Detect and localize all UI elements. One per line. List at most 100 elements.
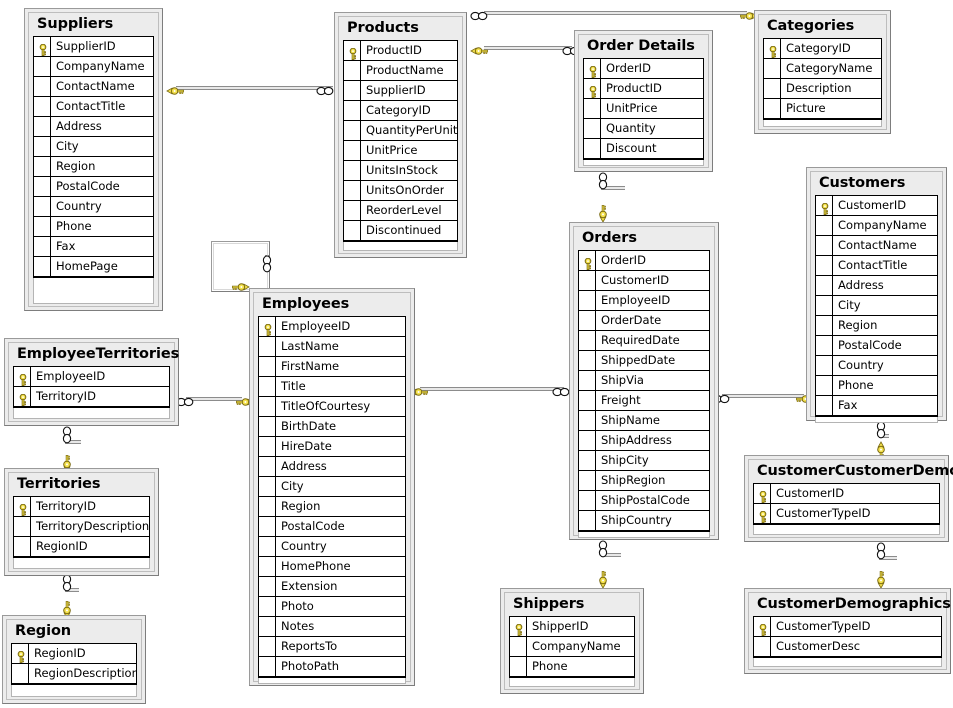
field-row[interactable]: Notes [259,617,405,637]
field-row[interactable]: OrderDate [579,311,709,331]
relationship-line-segment[interactable] [722,394,804,398]
field-row[interactable]: QuantityPerUnit [344,121,457,141]
entity-table-customerdemographics[interactable]: CustomerDemographics CustomerTypeID Custom… [744,588,951,674]
field-row[interactable]: CompanyName [816,216,937,236]
field-row[interactable]: ShipCity [579,451,709,471]
field-row[interactable]: Phone [34,217,153,237]
field-row[interactable]: SupplierID [344,81,457,101]
relationship-line-segment[interactable] [420,387,564,391]
field-row[interactable]: LastName [259,337,405,357]
field-row[interactable]: UnitPrice [584,99,703,119]
entity-table-employees[interactable]: Employees EmployeeID LastName FirstName Titl… [249,288,415,686]
field-row[interactable]: Picture [764,99,881,119]
field-row[interactable]: ContactName [816,236,937,256]
field-row[interactable]: RegionDescription [12,664,136,684]
entity-table-region[interactable]: Region RegionID RegionDescription [2,615,146,704]
field-row[interactable]: CompanyName [34,57,153,77]
field-row[interactable]: UnitPrice [344,141,457,161]
field-row[interactable]: ShipperID [510,617,634,637]
field-row[interactable]: CustomerID [579,271,709,291]
field-row[interactable]: ShipName [579,411,709,431]
field-row[interactable]: Phone [510,657,634,677]
entity-table-customers[interactable]: Customers CustomerID CompanyName ContactNam… [806,167,947,423]
field-row[interactable]: Quantity [584,119,703,139]
field-row[interactable]: CategoryName [764,59,881,79]
field-row[interactable]: Country [816,356,937,376]
field-row[interactable]: ContactTitle [34,97,153,117]
field-row[interactable]: HireDate [259,437,405,457]
field-row[interactable]: TerritoryID [14,497,149,517]
field-row[interactable]: ContactName [34,77,153,97]
field-row[interactable]: EmployeeID [579,291,709,311]
field-row[interactable]: City [259,477,405,497]
field-row[interactable]: Freight [579,391,709,411]
field-row[interactable]: Fax [816,396,937,416]
field-row[interactable]: ContactTitle [816,256,937,276]
field-row[interactable]: TitleOfCourtesy [259,397,405,417]
field-row[interactable]: OrderID [584,59,703,79]
field-row[interactable]: Address [816,276,937,296]
entity-table-shippers[interactable]: Shippers ShipperID CompanyName Phone [500,588,644,694]
entity-table-order-details[interactable]: Order Details OrderID ProductID UnitPrice Qu… [574,30,713,172]
field-row[interactable]: City [816,296,937,316]
field-row[interactable]: EmployeeID [259,317,405,337]
relationship-line-segment[interactable] [186,397,242,401]
field-row[interactable]: EmployeeID [14,367,169,387]
entity-table-suppliers[interactable]: Suppliers SupplierID CompanyName ContactNam… [24,8,163,311]
field-row[interactable]: PhotoPath [259,657,405,677]
field-row[interactable]: Region [259,497,405,517]
field-row[interactable]: ShippedDate [579,351,709,371]
field-row[interactable]: PostalCode [34,177,153,197]
field-row[interactable]: BirthDate [259,417,405,437]
field-row[interactable]: Fax [34,237,153,257]
field-row[interactable]: RequiredDate [579,331,709,351]
field-row[interactable]: ProductID [584,79,703,99]
field-row[interactable]: ProductName [344,61,457,81]
field-row[interactable]: Phone [816,376,937,396]
field-row[interactable]: Country [259,537,405,557]
field-row[interactable]: SupplierID [34,37,153,57]
field-row[interactable]: City [34,137,153,157]
field-row[interactable]: HomePhone [259,557,405,577]
field-row[interactable]: Title [259,377,405,397]
entity-table-territories[interactable]: Territories TerritoryID TerritoryDescripti… [4,468,159,576]
field-row[interactable]: ShipAddress [579,431,709,451]
field-row[interactable]: Description [764,79,881,99]
field-row[interactable]: PostalCode [259,517,405,537]
relationship-line-segment[interactable] [484,46,572,50]
field-row[interactable]: ReportsTo [259,637,405,657]
field-row[interactable]: RegionID [14,537,149,557]
field-row[interactable]: ShipVia [579,371,709,391]
relationship-line-segment[interactable] [484,11,747,15]
field-row[interactable]: ProductID [344,41,457,61]
field-row[interactable]: ShipCountry [579,511,709,531]
field-row[interactable]: TerritoryDescription [14,517,149,537]
field-row[interactable]: ShipPostalCode [579,491,709,511]
field-row[interactable]: OrderID [579,251,709,271]
field-row[interactable]: TerritoryID [14,387,169,407]
field-row[interactable]: CustomerTypeID [754,617,941,637]
entity-table-orders[interactable]: Orders OrderID CustomerID EmployeeID OrderDa… [569,222,719,540]
field-row[interactable]: Extension [259,577,405,597]
field-row[interactable]: Address [34,117,153,137]
field-row[interactable]: Region [816,316,937,336]
entity-table-products[interactable]: Products ProductID ProductName SupplierID Ca… [334,12,467,258]
field-row[interactable]: ReorderLevel [344,201,457,221]
field-row[interactable]: Address [259,457,405,477]
field-row[interactable]: Country [34,197,153,217]
field-row[interactable]: FirstName [259,357,405,377]
field-row[interactable]: HomePage [34,257,153,277]
field-row[interactable]: Photo [259,597,405,617]
field-row[interactable]: CategoryID [764,39,881,59]
entity-table-employeeterritories[interactable]: EmployeeTerritories EmployeeID TerritoryID [4,338,179,426]
field-row[interactable]: CustomerID [754,484,939,504]
field-row[interactable]: CategoryID [344,101,457,121]
field-row[interactable]: CompanyName [510,637,634,657]
field-row[interactable]: CustomerTypeID [754,504,939,524]
field-row[interactable]: PostalCode [816,336,937,356]
field-row[interactable]: UnitsInStock [344,161,457,181]
field-row[interactable]: ShipRegion [579,471,709,491]
entity-table-categories[interactable]: Categories CategoryID CategoryName Descript… [754,10,891,134]
field-row[interactable]: CustomerDesc [754,637,941,657]
field-row[interactable]: CustomerID [816,196,937,216]
